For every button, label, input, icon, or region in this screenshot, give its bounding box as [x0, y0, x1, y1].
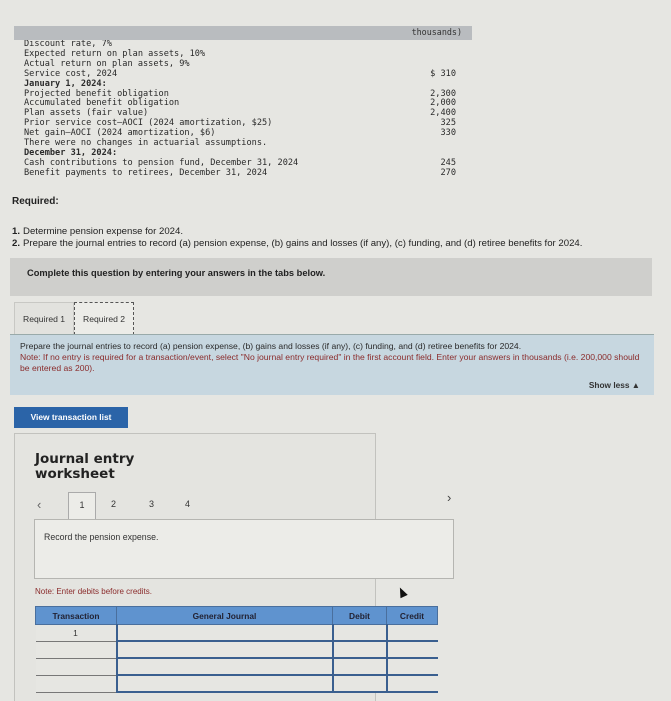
view-transaction-list-button[interactable]: View transaction list [14, 407, 128, 428]
debit-input[interactable] [333, 659, 386, 674]
given-row-value: $ 310 [430, 68, 456, 79]
debit-input[interactable] [333, 642, 386, 657]
required-item-2: 2. Prepare the journal entries to record … [12, 238, 582, 250]
given-row-label: Benefit payments to retirees, December 3… [24, 167, 268, 178]
given-row-value [406, 50, 456, 60]
worksheet-pagination: ‹ 1 2 3 4 [35, 492, 465, 520]
required-item-number: 1. [12, 226, 21, 237]
complete-question-text: Complete this question by entering your … [27, 268, 326, 278]
requirement-tabs: Required 1 Required 2 [14, 302, 135, 335]
required-heading: Required: [12, 196, 59, 207]
credit-input-cell [386, 641, 438, 659]
debit-input-cell [332, 658, 388, 676]
debits-note: Note: Enter debits before credits. [35, 587, 152, 596]
account-input[interactable] [117, 676, 332, 691]
prev-chevron-icon[interactable]: ‹ [37, 497, 41, 512]
worksheet-title: Journal entry worksheet [35, 451, 135, 482]
credit-input-cell [386, 624, 438, 642]
mouse-cursor-icon [396, 585, 408, 599]
credit-input-cell [386, 675, 438, 693]
required-item-1: 1. Determine pension expense for 2024. [12, 226, 582, 238]
account-input[interactable] [117, 659, 332, 674]
header-debit: Debit [332, 606, 387, 625]
given-row-value [406, 40, 456, 50]
account-input-cell [116, 624, 334, 642]
page-tab-2[interactable]: 2 [111, 499, 116, 509]
given-row-value [406, 139, 456, 149]
given-data-row: Benefit payments to retirees, December 3… [14, 167, 472, 179]
instructions-panel: Prepare the journal entries to record (a… [10, 334, 654, 395]
amount-unit-label: thousands) [411, 27, 462, 37]
given-data-header: thousands) [14, 26, 472, 40]
debit-input-cell [332, 624, 388, 642]
account-input[interactable] [117, 625, 332, 640]
page-tab-3[interactable]: 3 [149, 499, 154, 509]
given-data-rows: Discount rate, 7% Expected return on plan… [14, 39, 472, 179]
debit-input-cell [332, 641, 388, 659]
given-data-table: thousands) Discount rate, 7% Expected ret… [14, 26, 472, 179]
header-transaction: Transaction [35, 606, 117, 625]
transaction-cell [35, 675, 118, 693]
debit-input-cell [332, 675, 388, 693]
transaction-cell [35, 641, 118, 659]
page-tab-4[interactable]: 4 [185, 499, 190, 509]
required-list: 1. Determine pension expense for 2024. 2.… [12, 226, 582, 249]
show-less-link[interactable]: Show less ▲ [589, 380, 640, 391]
instruction-note: Note: If no entry is required for a tran… [20, 352, 640, 373]
table-row [35, 641, 438, 659]
given-row-value: 270 [440, 167, 456, 178]
required-item-text: Prepare the journal entries to record (a… [23, 237, 583, 249]
tab-required-2[interactable]: Required 2 [74, 302, 135, 335]
credit-input[interactable] [387, 642, 438, 657]
debit-input[interactable] [333, 625, 386, 640]
required-item-number: 2. [12, 237, 21, 249]
credit-input[interactable] [387, 659, 438, 674]
instruction-text: Prepare the journal entries to record (a… [20, 341, 522, 351]
required-item-text: Determine pension expense for 2024. [23, 226, 184, 237]
credit-input[interactable] [387, 625, 438, 640]
transaction-cell: 1 [35, 624, 118, 642]
entry-description-box: Record the pension expense. [34, 519, 454, 579]
general-journal-table: Transaction General Journal Debit Credit… [35, 606, 438, 693]
page-tab-1[interactable]: 1 [68, 492, 96, 520]
account-input-cell [116, 675, 334, 693]
account-input-cell [116, 658, 334, 676]
tab-required-1[interactable]: Required 1 [14, 302, 75, 335]
table-header-row: Transaction General Journal Debit Credit [35, 606, 438, 625]
table-row [35, 658, 438, 676]
debit-input[interactable] [333, 676, 386, 691]
table-row: 1 [35, 624, 438, 642]
account-input-cell [116, 641, 334, 659]
given-row-value: 330 [440, 128, 456, 139]
next-chevron-icon[interactable]: › [447, 490, 451, 505]
account-input[interactable] [117, 642, 332, 657]
transaction-cell [35, 658, 118, 676]
header-general-journal: General Journal [116, 606, 333, 625]
table-row [35, 675, 438, 693]
header-credit: Credit [386, 606, 438, 625]
credit-input-cell [386, 658, 438, 676]
credit-input[interactable] [387, 676, 438, 691]
entry-description: Record the pension expense. [44, 532, 159, 542]
complete-question-banner: Complete this question by entering your … [10, 258, 652, 296]
